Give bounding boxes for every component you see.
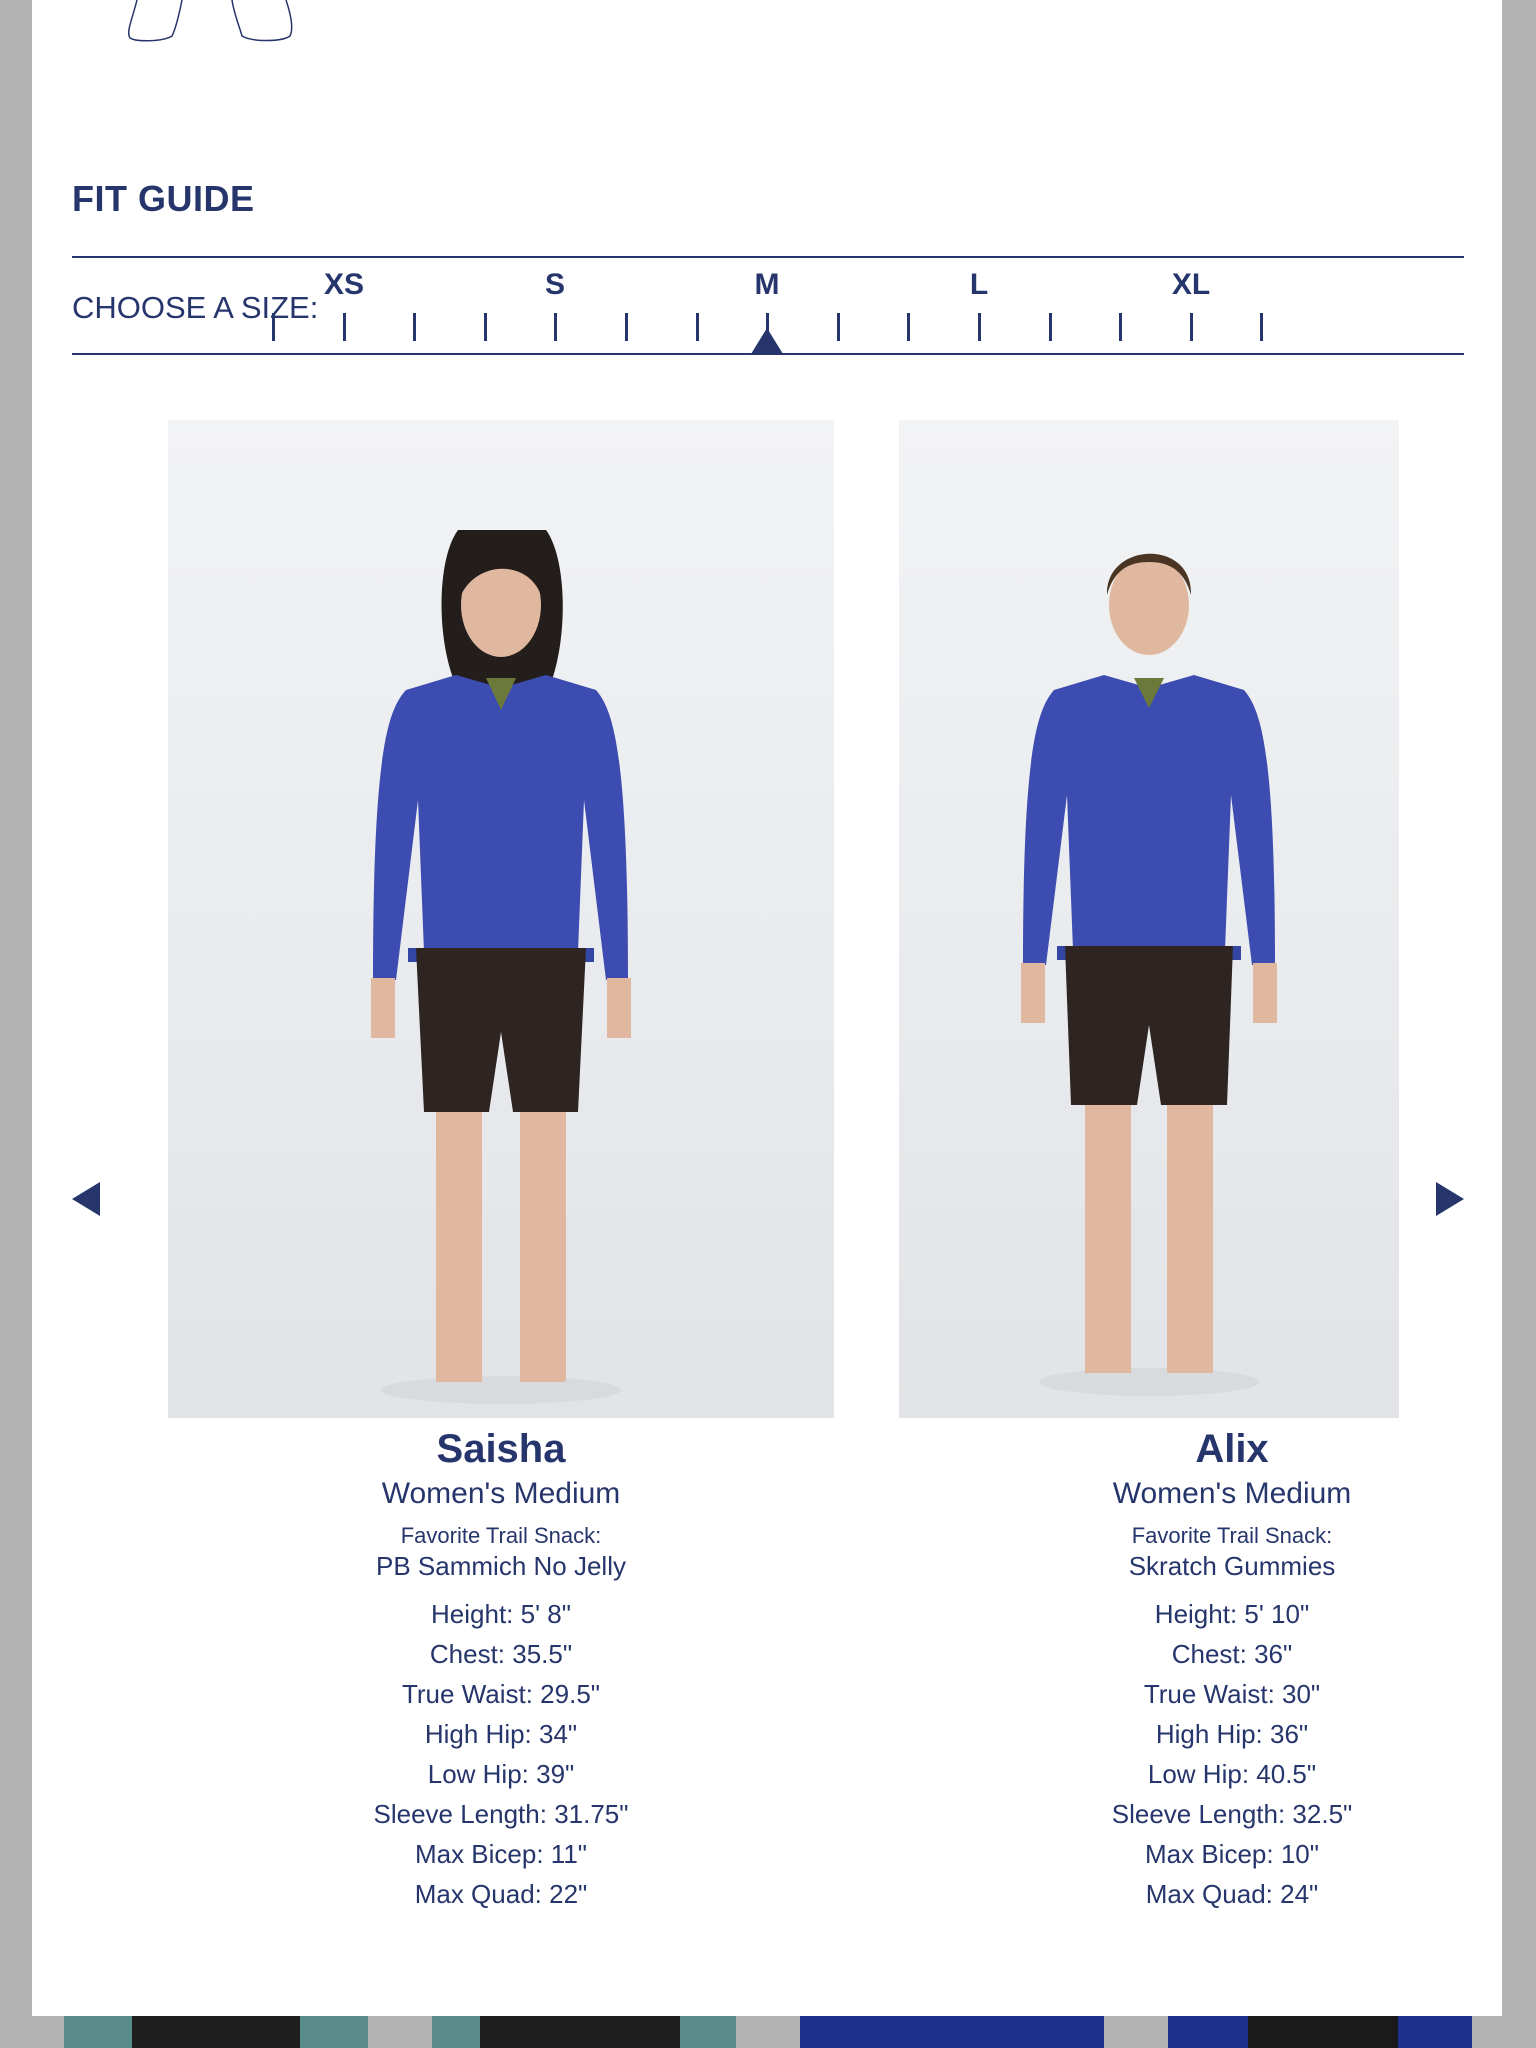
rider-figure-alix xyxy=(1021,553,1277,1396)
product-sketch-feet xyxy=(127,0,293,42)
size-option-xl[interactable]: XL xyxy=(1172,268,1210,302)
snack-label: Favorite Trail Snack: xyxy=(400,1523,602,1548)
stat-chest: Chest: 36" xyxy=(1171,1639,1293,1669)
size-scale-tick[interactable] xyxy=(695,313,699,341)
size-option-m[interactable]: M xyxy=(755,268,780,302)
size-option-s[interactable]: S xyxy=(545,268,565,302)
up-triangle-icon[interactable] xyxy=(751,328,783,354)
size-scale-tick[interactable] xyxy=(1119,313,1123,341)
fit-guide-title: FIT GUIDE xyxy=(72,178,255,219)
stat-height: Height: 5' 10" xyxy=(1154,1599,1310,1629)
product-thumbnail-1[interactable] xyxy=(64,2016,368,2048)
size-scale-tick[interactable] xyxy=(978,313,981,341)
size-bar-top-rule xyxy=(72,256,1464,258)
stat-chest: Chest: 35.5" xyxy=(429,1639,573,1669)
product-thumbnail-garment xyxy=(480,2016,680,2048)
rider-size: Women's Medium xyxy=(381,1477,621,1510)
rider-photo-alix xyxy=(899,420,1399,1418)
rider-card-saisha: Saisha Women's Medium Favorite Trail Sna… xyxy=(221,1424,781,1914)
size-scale-tick[interactable] xyxy=(836,313,840,341)
product-thumbnail-garment xyxy=(1248,2016,1398,2048)
choose-size-label: CHOOSE A SIZE: xyxy=(72,290,319,325)
stat-low-hip: Low Hip: 40.5" xyxy=(1147,1759,1317,1789)
rider-name: Saisha xyxy=(436,1427,566,1471)
rider-photo-saisha xyxy=(168,420,834,1418)
product-thumbnail-2[interactable] xyxy=(432,2016,736,2048)
rider-name: Alix xyxy=(1195,1427,1269,1471)
size-scale-tick[interactable] xyxy=(554,313,558,341)
product-thumbnail-garment xyxy=(132,2016,300,2048)
product-thumbnail-4[interactable] xyxy=(1168,2016,1472,2048)
stat-high-hip: High Hip: 34" xyxy=(424,1719,578,1749)
stat-sleeve-length: Sleeve Length: 31.75" xyxy=(373,1799,629,1829)
stat-height: Height: 5' 8" xyxy=(431,1599,571,1629)
snack-value: PB Sammich No Jelly xyxy=(376,1551,626,1581)
size-scale-tick[interactable] xyxy=(907,313,911,341)
stat-high-hip: High Hip: 36" xyxy=(1155,1719,1309,1749)
stat-true-waist: True Waist: 30" xyxy=(1143,1679,1321,1709)
stat-true-waist: True Waist: 29.5" xyxy=(401,1679,601,1709)
size-option-xs[interactable]: XS xyxy=(324,268,364,302)
size-scale-tick[interactable] xyxy=(625,313,628,341)
stat-max-quad: Max Quad: 22" xyxy=(414,1879,588,1909)
size-option-l[interactable]: L xyxy=(970,268,988,302)
stat-max-quad: Max Quad: 24" xyxy=(1145,1879,1319,1909)
size-scale-tick[interactable] xyxy=(1260,313,1264,341)
left-triangle-icon[interactable] xyxy=(72,1182,100,1216)
snack-value: Skratch Gummies xyxy=(1128,1551,1336,1581)
size-scale-tick[interactable] xyxy=(483,313,487,341)
size-scale-tick[interactable] xyxy=(413,313,417,341)
rider-size: Women's Medium xyxy=(1112,1477,1352,1510)
rider-figure-saisha xyxy=(371,530,631,1404)
stat-low-hip: Low Hip: 39" xyxy=(427,1759,575,1789)
size-scale-tick[interactable] xyxy=(1189,313,1193,341)
size-bar-bottom-rule xyxy=(72,353,1464,355)
size-scale-tick[interactable] xyxy=(342,313,346,341)
size-scale-tick[interactable] xyxy=(272,313,275,341)
size-scale-tick[interactable] xyxy=(1048,313,1052,341)
fit-guide-panel: FIT GUIDE CHOOSE A SIZE: XS S M L XL Sai… xyxy=(32,0,1502,2016)
stat-max-bicep: Max Bicep: 10" xyxy=(1145,1839,1319,1869)
stat-sleeve-length: Sleeve Length: 32.5" xyxy=(1111,1799,1353,1829)
product-thumbnail-3[interactable] xyxy=(800,2016,1104,2048)
stat-max-bicep: Max Bicep: 11" xyxy=(414,1839,588,1869)
right-triangle-icon[interactable] xyxy=(1436,1182,1464,1216)
snack-label: Favorite Trail Snack: xyxy=(1131,1523,1333,1548)
rider-card-alix: Alix Women's Medium Favorite Trail Snack… xyxy=(952,1424,1502,1914)
